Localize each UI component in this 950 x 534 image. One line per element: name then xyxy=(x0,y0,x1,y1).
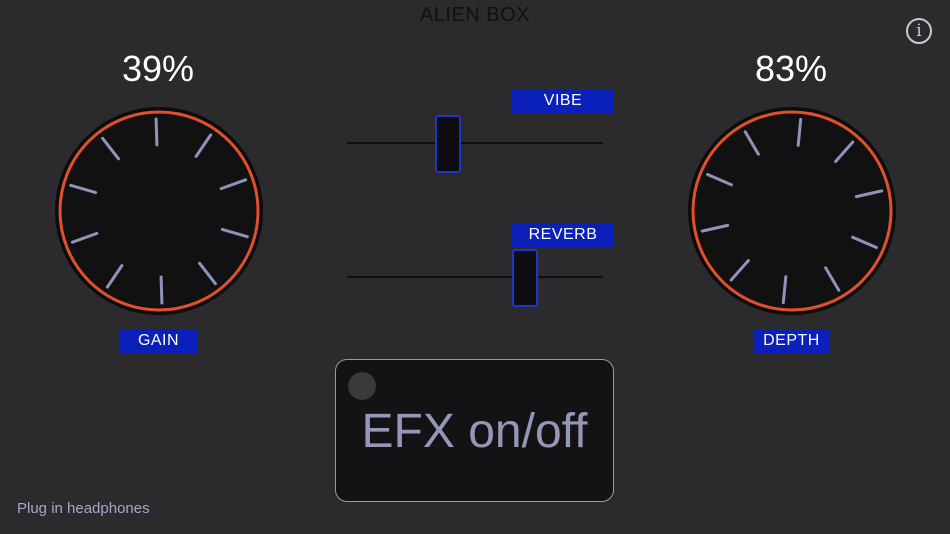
vibe-label: VIBE xyxy=(512,89,614,113)
reverb-slider[interactable] xyxy=(347,248,603,308)
vibe-slider-thumb[interactable] xyxy=(434,115,461,173)
status-text: Plug in headphones xyxy=(17,500,150,517)
vibe-slider-track[interactable] xyxy=(347,142,603,144)
efx-button-label: EFX on/off xyxy=(361,405,588,458)
reverb-slider-track[interactable] xyxy=(347,276,603,278)
reverb-label: REVERB xyxy=(512,223,614,247)
gain-knob-ring xyxy=(58,110,260,312)
gain-knob-graphic xyxy=(55,107,263,315)
depth-knob[interactable] xyxy=(687,106,897,316)
depth-label: DEPTH xyxy=(753,329,830,353)
gain-knob-tick xyxy=(154,117,159,147)
reverb-slider-thumb[interactable] xyxy=(511,249,538,307)
depth-knob-ring xyxy=(691,110,893,312)
gain-knob[interactable] xyxy=(54,106,264,316)
led-indicator-icon xyxy=(348,372,376,400)
gain-value: 39% xyxy=(121,48,195,89)
depth-knob-graphic xyxy=(688,107,896,315)
gain-label: GAIN xyxy=(120,329,197,353)
vibe-slider[interactable] xyxy=(347,114,603,174)
info-icon[interactable]: i xyxy=(906,18,932,44)
depth-value: 83% xyxy=(754,48,828,89)
efx-toggle-button[interactable]: EFX on/off xyxy=(335,359,614,502)
app-title: ALIEN BOX xyxy=(419,4,531,26)
gain-knob-tick xyxy=(159,275,164,305)
alien-box-app: ALIEN BOX i 39% GAIN 83% DEPTH VIBE REVE… xyxy=(0,0,950,534)
